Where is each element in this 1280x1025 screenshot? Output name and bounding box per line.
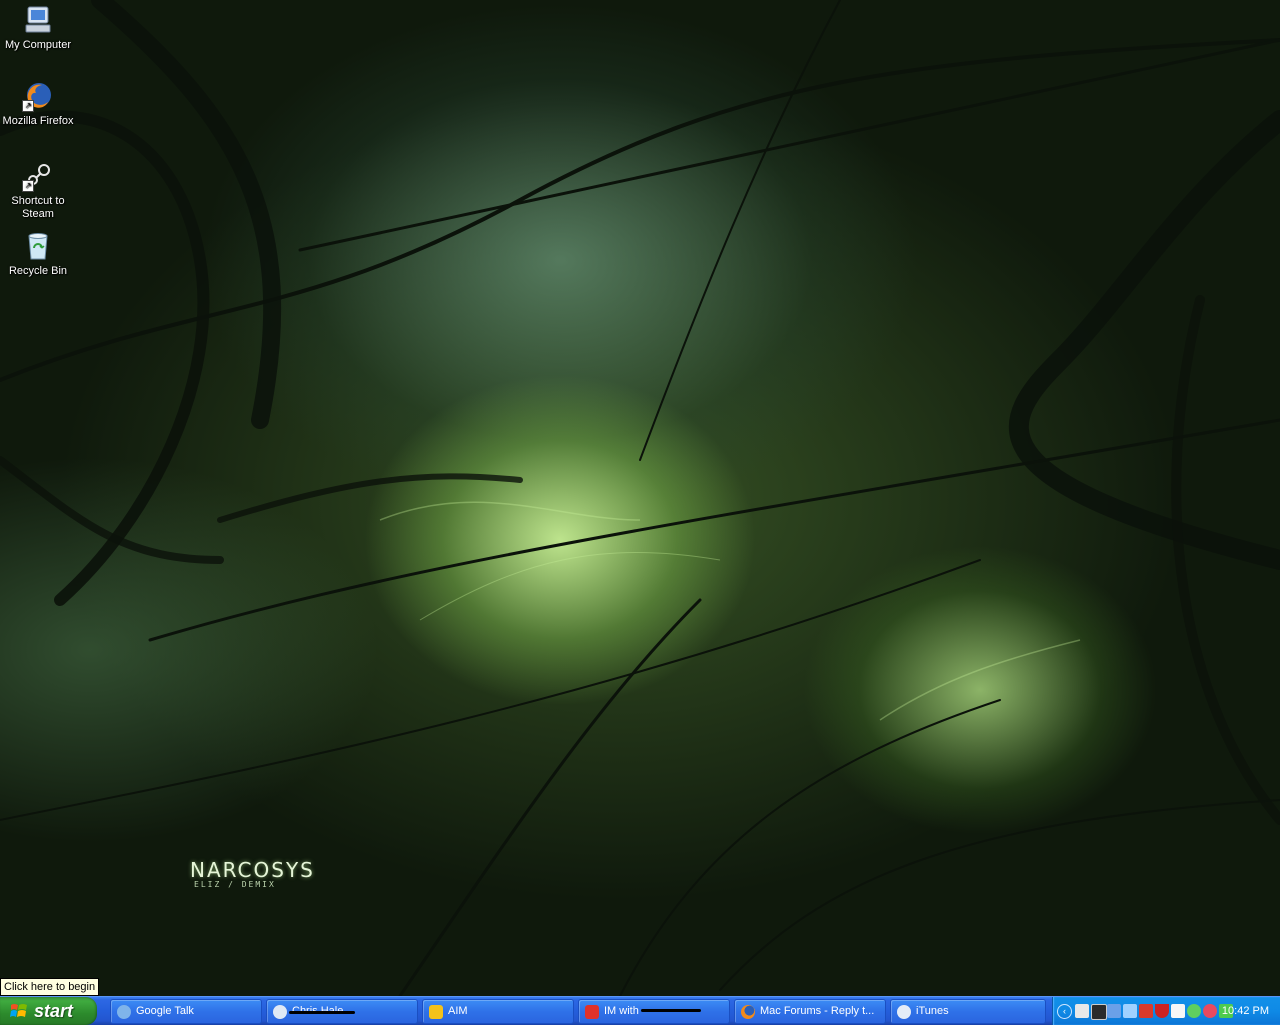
desktop-icon-my-computer[interactable]: My Computer [0,4,76,52]
shortcut-arrow-icon: ↗ [22,100,34,112]
shortcut-arrow-icon: ↗ [22,180,34,192]
tray-window-icon[interactable] [1075,1004,1089,1018]
itunes-icon [897,1004,911,1019]
windows-logo-icon [10,1002,28,1020]
taskbar-button-label: Google Talk [136,1005,194,1017]
desktop-icon-label: Recycle Bin [8,265,68,277]
my-computer-icon [22,4,54,36]
desktop-icon-recycle-bin[interactable]: Recycle Bin [0,230,76,278]
firefox-icon: ↗ [22,80,54,112]
wallpaper-art [0,0,1280,996]
taskbar-button-itunes[interactable]: iTunes [890,999,1046,1024]
desktop-wallpaper: NARCOSYS ELIZ / DEMIX [0,0,1280,996]
system-tray: ‹ 10:42 PM [1052,997,1280,1025]
aim-icon [429,1004,443,1019]
start-button[interactable]: start [0,997,97,1025]
desktop-icon-label: My Computer [4,39,72,51]
taskbar-button-label: Mac Forums - Reply t... [760,1005,875,1017]
desktop-icon-firefox[interactable]: ↗ Mozilla Firefox [0,80,76,128]
taskbar-button-firefox[interactable]: Mac Forums - Reply t... [734,999,886,1024]
clock[interactable]: 10:42 PM [1222,997,1269,1025]
wallpaper-subtitle: ELIZ / DEMIX [194,880,276,889]
taskbar-button-label: IM with [604,1005,639,1017]
redaction-mark [289,1011,355,1014]
tray-windows-icon[interactable] [1171,1004,1185,1018]
wallpaper-logo: NARCOSYS [190,858,315,882]
tray-google-talk-icon[interactable] [1187,1004,1201,1018]
tray-volume-icon[interactable] [1123,1004,1137,1018]
taskbar-button-label: AIM [448,1005,468,1017]
redaction-mark [641,1009,701,1012]
desktop-icon-steam[interactable]: ↗ Shortcut to Steam [0,160,76,221]
firefox-icon [741,1004,755,1019]
start-label: start [34,1000,74,1021]
tray-network-icon[interactable] [1107,1004,1121,1018]
recycle-bin-icon [22,230,54,262]
taskbar-button-label: iTunes [916,1005,949,1017]
chat-bubble-icon [273,1004,287,1019]
taskbar: start Google Talk Chris Hale AIM IM with… [0,996,1280,1025]
google-talk-icon [117,1004,131,1019]
aim-icon [585,1004,599,1019]
tray-security-x-icon[interactable] [1139,1004,1153,1018]
tray-steam-icon[interactable] [1091,1004,1107,1020]
show-hidden-icons-chevron-icon[interactable]: ‹ [1057,1004,1072,1019]
start-tooltip: Click here to begin [0,978,100,996]
tray-heart-icon[interactable] [1203,1004,1217,1018]
taskbar-button-im-with[interactable]: IM with [578,999,730,1024]
tray-shield-icon[interactable] [1155,1004,1169,1018]
taskbar-button-aim[interactable]: AIM [422,999,574,1024]
taskbar-button-chat[interactable]: Chris Hale [266,999,418,1024]
taskbar-button-google-talk[interactable]: Google Talk [110,999,262,1024]
desktop-icon-label: Shortcut to Steam [11,195,65,220]
steam-icon: ↗ [22,160,54,192]
desktop-icon-label: Mozilla Firefox [2,115,74,127]
